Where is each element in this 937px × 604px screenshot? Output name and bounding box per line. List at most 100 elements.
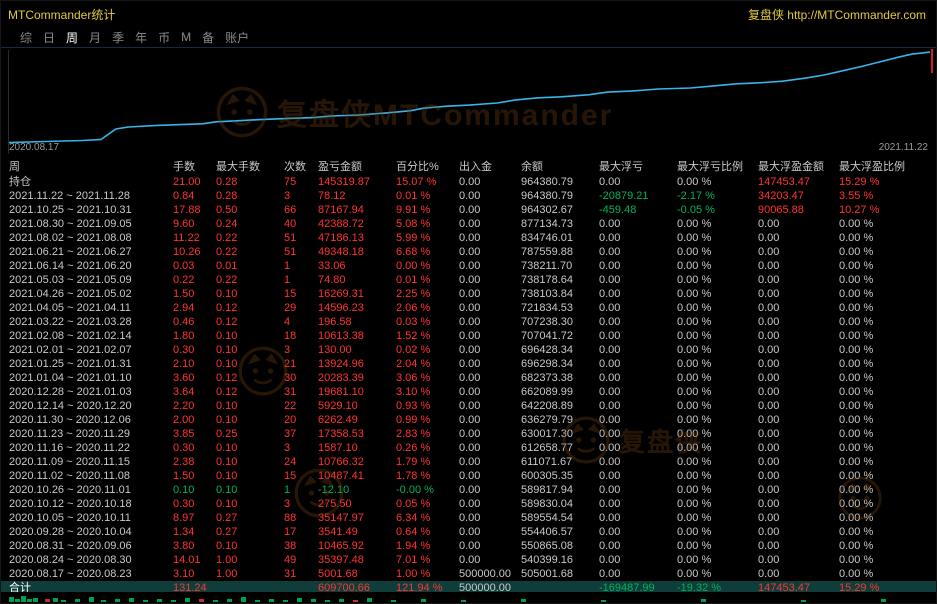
cell: 3.55 %: [839, 189, 936, 203]
cell: 10.27 %: [839, 203, 936, 217]
table-row[interactable]: 2021.01.25 ~ 2021.01.312.100.102113924.9…: [1, 357, 936, 371]
column-header-11[interactable]: 最大浮盈比例: [839, 159, 936, 175]
column-header-4[interactable]: 盈亏金额: [318, 159, 396, 175]
column-header-1[interactable]: 手数: [173, 159, 216, 175]
table-row[interactable]: 持仓21.000.2875145319.8715.07 %0.00964380.…: [1, 175, 936, 189]
cell: 5929.10: [318, 399, 396, 413]
table-row[interactable]: 2020.11.23 ~ 2020.11.293.850.253717358.5…: [1, 427, 936, 441]
cell: 0.00 %: [677, 371, 758, 385]
cell: 5001.68: [318, 567, 396, 581]
table-row[interactable]: 2020.12.14 ~ 2020.12.202.200.10225929.10…: [1, 399, 936, 413]
cell: 持仓: [9, 175, 173, 189]
table-row[interactable]: 2021.02.01 ~ 2021.02.070.300.103130.000.…: [1, 343, 936, 357]
histogram-bar: [801, 600, 806, 602]
brand-link: 复盘侠 http://MTCommander.com: [748, 6, 926, 23]
column-header-0[interactable]: 周: [9, 159, 173, 175]
cell: 0.00 %: [839, 343, 936, 357]
table-row[interactable]: 2021.01.04 ~ 2021.01.103.600.123020283.3…: [1, 371, 936, 385]
histogram-bar: [89, 597, 94, 602]
menu-tab-币[interactable]: 币: [158, 29, 170, 46]
column-header-7[interactable]: 余额: [521, 159, 599, 175]
menu-tab-周[interactable]: 周: [66, 29, 78, 46]
cell: 0.00 %: [677, 539, 758, 553]
table-row[interactable]: 2020.11.30 ~ 2020.12.062.000.10206262.49…: [1, 413, 936, 427]
cell: 49: [284, 553, 318, 567]
table-row[interactable]: 2021.06.14 ~ 2021.06.200.030.01133.060.0…: [1, 259, 936, 273]
column-header-9[interactable]: 最大浮亏比例: [677, 159, 758, 175]
cell: 696298.34: [521, 357, 599, 371]
column-header-8[interactable]: 最大浮亏: [599, 159, 677, 175]
cell: 0.00: [599, 273, 677, 287]
cell: 0.10: [173, 483, 216, 497]
menu-tab-综[interactable]: 综: [20, 29, 32, 46]
cell: 1: [284, 273, 318, 287]
column-header-10[interactable]: 最大浮盈金额: [758, 159, 839, 175]
cell: 2.94: [173, 301, 216, 315]
column-header-6[interactable]: 出入金: [459, 159, 521, 175]
table-row[interactable]: 2020.11.02 ~ 2020.11.081.500.101510487.4…: [1, 469, 936, 483]
equity-curve: [9, 52, 930, 143]
column-header-2[interactable]: 最大手数: [216, 159, 284, 175]
cell: 31: [284, 385, 318, 399]
cell: 589554.54: [521, 511, 599, 525]
table-row[interactable]: 2021.10.25 ~ 2021.10.3117.880.506687167.…: [1, 203, 936, 217]
cell: 0.00: [459, 497, 521, 511]
cell: 0.00 %: [677, 427, 758, 441]
table-row[interactable]: 2021.02.08 ~ 2021.02.141.800.101810613.3…: [1, 329, 936, 343]
cell: 1.00: [216, 567, 284, 581]
table-row[interactable]: 2020.10.05 ~ 2020.10.118.970.278835147.9…: [1, 511, 936, 525]
cell: 2021.11.22 ~ 2021.11.28: [9, 189, 173, 203]
cell: 0.00: [459, 427, 521, 441]
cell: 787559.88: [521, 245, 599, 259]
cell: 0.00: [459, 469, 521, 483]
menu-tab-月[interactable]: 月: [89, 29, 101, 46]
table-row[interactable]: 2020.08.17 ~ 2020.08.233.101.00315001.68…: [1, 567, 936, 581]
table-row[interactable]: 2021.11.22 ~ 2021.11.280.840.28378.120.0…: [1, 189, 936, 203]
cell: 877134.73: [521, 217, 599, 231]
cell: 0.00: [758, 455, 839, 469]
table-row[interactable]: 2021.03.22 ~ 2021.03.280.460.124196.580.…: [1, 315, 936, 329]
table-row[interactable]: 2020.08.24 ~ 2020.08.3014.011.004935397.…: [1, 553, 936, 567]
cell: 611071.67: [521, 455, 599, 469]
table-row[interactable]: 2021.08.02 ~ 2021.08.0811.220.225147186.…: [1, 231, 936, 245]
column-header-3[interactable]: 次数: [284, 159, 318, 175]
histogram-bar: [521, 599, 526, 602]
table-row[interactable]: 2020.10.26 ~ 2020.11.010.100.101-12.10-0…: [1, 483, 936, 497]
menu-tab-年[interactable]: 年: [135, 29, 147, 46]
column-header-5[interactable]: 百分比%: [396, 159, 459, 175]
cell: -459.48: [599, 203, 677, 217]
table-row[interactable]: 2021.04.05 ~ 2021.04.112.940.122914596.2…: [1, 301, 936, 315]
cell: 0.99 %: [396, 413, 459, 427]
cell: 0.10: [216, 329, 284, 343]
cell: 0.00: [459, 371, 521, 385]
cell: 0.00 %: [677, 343, 758, 357]
histogram-bar: [461, 600, 466, 602]
table-row[interactable]: 2021.06.21 ~ 2021.06.2710.260.225149348.…: [1, 245, 936, 259]
menu-tab-M[interactable]: M: [181, 30, 191, 44]
menu-tab-备[interactable]: 备: [202, 29, 214, 46]
table-row[interactable]: 2020.11.16 ~ 2020.11.220.300.1031587.100…: [1, 441, 936, 455]
table-row[interactable]: 2020.12.28 ~ 2021.01.033.640.123119681.1…: [1, 385, 936, 399]
menu-tab-日[interactable]: 日: [43, 29, 55, 46]
cell: 0.10: [216, 539, 284, 553]
cell: 0.00 %: [677, 511, 758, 525]
cell: 589830.04: [521, 497, 599, 511]
table-row[interactable]: 2021.08.30 ~ 2021.09.059.600.244042388.7…: [1, 217, 936, 231]
histogram-bar: [157, 599, 162, 602]
table-row[interactable]: 2020.11.09 ~ 2020.11.152.380.102410766.3…: [1, 455, 936, 469]
menu-tab-季[interactable]: 季: [112, 29, 124, 46]
table-row[interactable]: 2020.08.31 ~ 2020.09.063.800.103810465.9…: [1, 539, 936, 553]
cell: 0.00: [758, 567, 839, 581]
cell: 2020.12.28 ~ 2021.01.03: [9, 385, 173, 399]
table-row[interactable]: 2021.04.26 ~ 2021.05.021.500.101516269.3…: [1, 287, 936, 301]
histogram-bar: [353, 600, 358, 602]
table-row[interactable]: 2020.09.28 ~ 2020.10.041.340.27173541.49…: [1, 525, 936, 539]
menu-tab-账户[interactable]: 账户: [225, 29, 249, 46]
cell: 10.26: [173, 245, 216, 259]
cell: 0.00: [599, 371, 677, 385]
cell: 2.20: [173, 399, 216, 413]
table-row[interactable]: 2021.05.03 ~ 2021.05.090.220.22174.800.0…: [1, 273, 936, 287]
table-row[interactable]: 2020.10.12 ~ 2020.10.180.300.103275.500.…: [1, 497, 936, 511]
cell: 13924.96: [318, 357, 396, 371]
cell: 0.00 %: [677, 245, 758, 259]
